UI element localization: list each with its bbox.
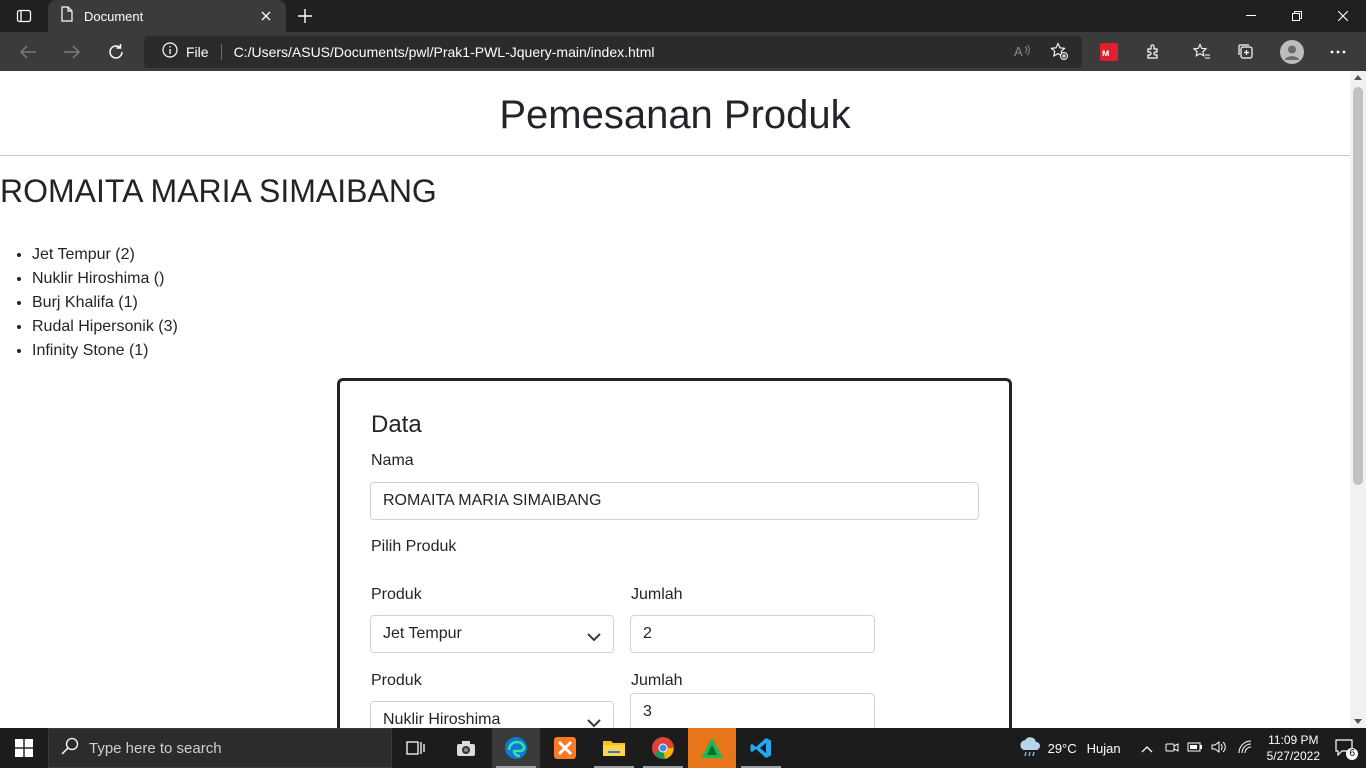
forward-icon[interactable] (58, 38, 86, 66)
product-select[interactable]: Nuklir Hiroshima (370, 701, 614, 728)
weather-widget[interactable]: 29°C Hujan (1018, 736, 1121, 761)
browser-titlebar: Document (0, 0, 1366, 32)
search-icon (61, 737, 79, 760)
order-form-card: Data Nama ROMAITA MARIA SIMAIBANG Pilih … (337, 378, 1012, 728)
system-tray: 29°C Hujan 11:09 PM 5/27/2022 6 (1018, 728, 1366, 768)
windows-start-icon[interactable] (0, 728, 48, 768)
scroll-up-icon[interactable] (1354, 75, 1362, 80)
chevron-down-icon (587, 715, 601, 728)
product-select[interactable]: Jet Tempur (370, 615, 614, 653)
address-scheme-label: File (186, 44, 209, 60)
restore-icon[interactable] (1274, 0, 1320, 32)
volume-icon[interactable] (1211, 740, 1227, 757)
task-view-icon[interactable] (392, 728, 440, 768)
page-title: Pemesanan Produk (499, 93, 851, 137)
choose-product-label: Pilih Produk (371, 538, 457, 555)
address-bar[interactable]: File C:/Users/ASUS/Documents/pwl/Prak1-P… (144, 36, 1082, 68)
list-item: Jet Tempur (2) (32, 243, 178, 267)
quantity-input[interactable]: 3 (630, 693, 875, 728)
edge-browser-icon[interactable] (492, 728, 540, 768)
taskbar-search-box[interactable]: Type here to search (48, 728, 392, 768)
product-label: Produk (371, 586, 422, 603)
quantity-input[interactable]: 2 (630, 615, 875, 653)
list-item: Rudal Hipersonik (3) (32, 315, 178, 339)
document-icon (60, 5, 74, 27)
read-aloud-icon[interactable]: A (1014, 43, 1032, 64)
close-tab-icon[interactable] (258, 8, 274, 24)
product-label: Produk (371, 672, 422, 689)
favorites-icon[interactable] (1188, 38, 1216, 66)
battery-icon[interactable] (1187, 741, 1203, 756)
tab-actions-icon[interactable] (10, 4, 38, 28)
quantity-input-value: 2 (643, 625, 652, 642)
notification-center-icon[interactable]: 6 (1334, 738, 1358, 760)
weather-description: Hujan (1086, 740, 1121, 756)
collections-icon[interactable] (1232, 38, 1260, 66)
new-tab-icon[interactable] (292, 4, 318, 28)
svg-text:ᴍ: ᴍ (1102, 48, 1109, 59)
vscode-icon[interactable] (737, 728, 785, 768)
form-heading: Data (371, 411, 422, 438)
user-name-heading: ROMAITA MARIA SIMAIBANG (0, 173, 437, 209)
page-viewport: Pemesanan Produk ROMAITA MARIA SIMAIBANG… (0, 71, 1350, 728)
info-icon[interactable] (162, 41, 178, 63)
quantity-label: Jumlah (631, 672, 683, 689)
address-separator (220, 44, 222, 60)
extension-red-icon[interactable]: ᴍ (1095, 38, 1123, 66)
more-options-icon[interactable] (1324, 38, 1352, 66)
refresh-icon[interactable] (102, 38, 130, 66)
browser-toolbar: File C:/Users/ASUS/Documents/pwl/Prak1-P… (0, 32, 1366, 71)
clock-date: 5/27/2022 (1266, 749, 1320, 763)
list-item: Nuklir Hiroshima () (32, 267, 178, 291)
page-scrollbar[interactable] (1350, 71, 1366, 728)
windows-taskbar: Type here to search 29°C Hujan 11:09 PM … (0, 728, 1366, 768)
chevron-down-icon (587, 629, 601, 647)
back-icon[interactable] (14, 38, 42, 66)
svg-text:A: A (1014, 44, 1023, 59)
scroll-down-icon[interactable] (1354, 719, 1362, 724)
minimize-icon[interactable] (1228, 0, 1274, 32)
chevron-up-icon[interactable] (1141, 741, 1153, 756)
profile-avatar-icon[interactable] (1278, 38, 1306, 66)
list-item: Burj Khalifa (1) (32, 291, 178, 315)
rain-cloud-icon (1018, 736, 1042, 761)
address-url[interactable]: C:/Users/ASUS/Documents/pwl/Prak1-PWL-Jq… (234, 44, 655, 60)
name-label: Nama (371, 452, 414, 469)
camera-app-icon[interactable] (442, 728, 490, 768)
name-input-value: ROMAITA MARIA SIMAIBANG (383, 492, 602, 509)
product-select-value: Nuklir Hiroshima (383, 711, 501, 728)
clock-time: 11:09 PM (1268, 733, 1319, 747)
taskbar-clock[interactable]: 11:09 PM 5/27/2022 (1267, 732, 1320, 764)
product-select-value: Jet Tempur (383, 625, 462, 642)
ordered-product-list: Jet Tempur (2) Nuklir Hiroshima () Burj … (32, 243, 178, 363)
green-triangle-app-icon[interactable] (688, 728, 736, 768)
notification-badge: 6 (1346, 748, 1358, 760)
xampp-icon[interactable] (541, 728, 589, 768)
weather-temperature: 29°C (1047, 740, 1077, 756)
browser-tab[interactable]: Document (48, 0, 286, 32)
name-input[interactable]: ROMAITA MARIA SIMAIBANG (370, 482, 979, 520)
file-explorer-icon[interactable] (590, 728, 638, 768)
network-icon[interactable] (1237, 740, 1253, 757)
search-placeholder: Type here to search (89, 739, 222, 757)
scrollbar-thumb[interactable] (1353, 87, 1363, 485)
extensions-icon[interactable] (1139, 38, 1167, 66)
tab-title: Document (84, 8, 144, 24)
chrome-icon[interactable] (639, 728, 687, 768)
quantity-input-value: 3 (643, 703, 652, 720)
list-item: Infinity Stone (1) (32, 339, 178, 363)
add-favorite-icon[interactable] (1050, 42, 1068, 65)
title-divider (0, 155, 1350, 156)
close-window-icon[interactable] (1320, 0, 1366, 32)
quantity-label: Jumlah (631, 586, 683, 603)
meet-now-icon[interactable] (1165, 740, 1179, 757)
